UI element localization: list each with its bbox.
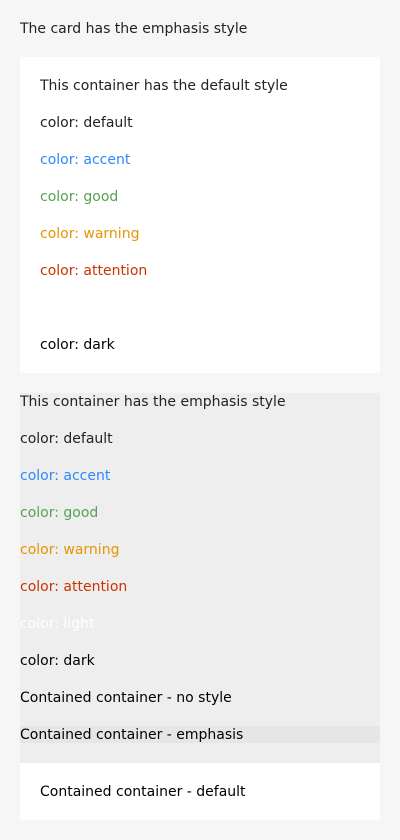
emphasis-container-title: This container has the emphasis style <box>20 394 286 410</box>
contained-container-emphasis: Contained container - emphasis <box>20 727 244 743</box>
emphasis-color-accent: color: accent <box>20 468 111 484</box>
emphasis-color-light: color: light <box>20 616 95 632</box>
default-style-container <box>20 57 380 373</box>
card-title: The card has the emphasis style <box>20 21 248 37</box>
default-color-dark: color: dark <box>40 337 115 353</box>
contained-container-no-style: Contained container - no style <box>20 690 232 706</box>
emphasis-color-good: color: good <box>20 505 99 521</box>
emphasis-color-attention: color: attention <box>20 579 128 595</box>
adaptive-card: The card has the emphasis style This con… <box>0 0 400 840</box>
default-color-light: color: light <box>40 300 115 316</box>
default-container-title: This container has the default style <box>40 78 288 94</box>
contained-container-default: Contained container - default <box>40 784 246 800</box>
default-color-default: color: default <box>40 115 133 131</box>
emphasis-color-default: color: default <box>20 431 113 447</box>
emphasis-color-warning: color: warning <box>20 542 120 558</box>
default-color-attention: color: attention <box>40 263 148 279</box>
default-color-good: color: good <box>40 189 119 205</box>
emphasis-color-dark: color: dark <box>20 653 95 669</box>
default-color-warning: color: warning <box>40 226 140 242</box>
default-color-accent: color: accent <box>40 152 131 168</box>
